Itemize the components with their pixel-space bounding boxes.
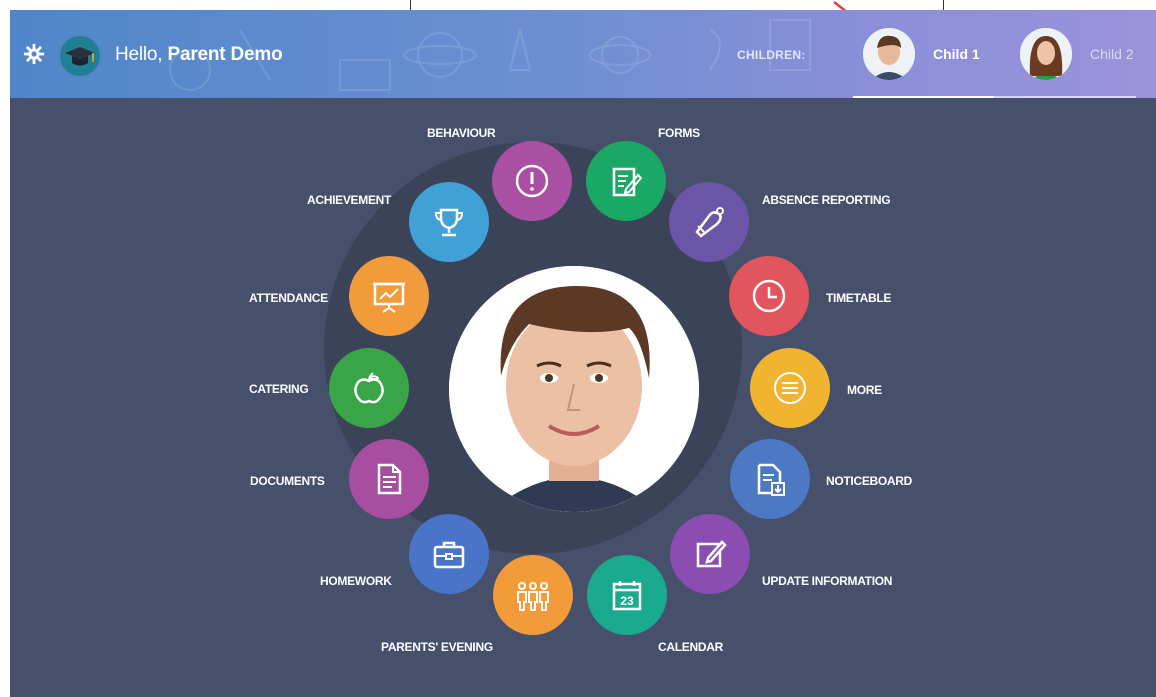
people-icon <box>517 582 549 611</box>
child-2-name: Child 2 <box>1090 46 1134 62</box>
calendar-icon: 23 <box>612 581 642 611</box>
homework-tile[interactable] <box>409 514 489 594</box>
noticeboard-label: NOTICEBOARD <box>826 474 913 488</box>
catering-label: CATERING <box>249 382 309 396</box>
parents-evening-tile[interactable] <box>493 555 573 635</box>
graduation-cap-logo-icon <box>60 36 100 76</box>
timetable-tile[interactable] <box>729 256 809 336</box>
behaviour-label: BEHAVIOUR <box>427 126 496 140</box>
timetable-label: TIMETABLE <box>826 291 892 305</box>
attendance-label: ATTENDANCE <box>249 291 328 305</box>
briefcase-icon <box>433 541 465 569</box>
calendar-tile[interactable]: 23 <box>587 555 667 635</box>
update-information-tile[interactable] <box>670 514 750 594</box>
apple-icon <box>354 372 384 404</box>
documents-tile[interactable] <box>349 439 429 519</box>
more-label: MORE <box>847 383 882 397</box>
child-1-name: Child 1 <box>933 46 980 62</box>
forms-label: FORMS <box>658 126 700 140</box>
achievement-label: ACHIEVEMENT <box>307 193 392 207</box>
greeting-prefix: Hello, <box>115 44 163 65</box>
greeting: Hello, Parent Demo <box>115 44 283 66</box>
user-name: Parent Demo <box>167 44 283 65</box>
child-2-avatar <box>1020 28 1072 80</box>
bell-icon <box>695 207 724 238</box>
pencil-square-icon <box>696 540 727 568</box>
calendar-label: CALENDAR <box>658 640 723 654</box>
achievement-tile[interactable] <box>409 182 489 262</box>
more-tile[interactable] <box>750 348 830 428</box>
attendance-tile[interactable] <box>349 256 429 336</box>
documents-label: DOCUMENTS <box>250 474 325 488</box>
behaviour-tile[interactable] <box>492 141 572 221</box>
document-icon <box>377 463 402 495</box>
calendar-day-number: 23 <box>620 594 634 608</box>
settings-gear-icon[interactable] <box>23 43 45 65</box>
children-label: CHILDREN: <box>737 48 806 62</box>
form-edit-icon <box>612 167 643 197</box>
clock-icon <box>752 279 786 313</box>
absence-reporting-label: ABSENCE REPORTING <box>762 193 891 207</box>
catering-tile[interactable] <box>329 348 409 428</box>
document-download-icon <box>757 463 785 496</box>
top-header: Hello, Parent Demo CHILDREN: Child 1 Chi… <box>10 10 1156 98</box>
menu-lines-icon <box>774 372 806 404</box>
noticeboard-tile[interactable] <box>730 439 810 519</box>
homework-label: HOMEWORK <box>320 574 392 588</box>
child-photo <box>449 266 699 512</box>
forms-tile[interactable] <box>586 141 666 221</box>
update-information-label: UPDATE INFORMATION <box>762 574 893 588</box>
presentation-chart-icon <box>373 282 405 313</box>
child-1-avatar <box>863 28 915 80</box>
exclamation-icon <box>515 164 549 198</box>
absence-reporting-tile[interactable] <box>669 182 749 262</box>
parents-evening-label: PARENTS' EVENING <box>381 640 493 654</box>
trophy-icon <box>434 208 464 237</box>
